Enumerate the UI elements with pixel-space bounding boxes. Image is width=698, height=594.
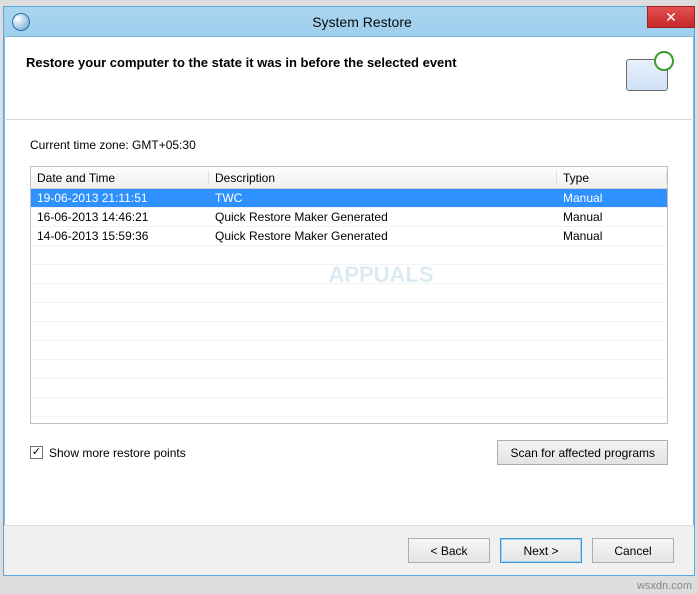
checkbox-icon: ✓ — [30, 446, 43, 459]
table-row — [31, 303, 667, 322]
back-button[interactable]: < Back — [408, 538, 490, 563]
header-area: Restore your computer to the state it wa… — [4, 37, 694, 120]
checkmark-icon: ✓ — [32, 447, 41, 458]
table-row — [31, 360, 667, 379]
show-more-checkbox[interactable]: ✓ Show more restore points — [30, 446, 497, 460]
column-header-description[interactable]: Description — [209, 171, 557, 185]
restore-icon — [624, 51, 674, 101]
system-restore-window: System Restore ✕ Restore your computer t… — [3, 6, 695, 576]
footer-buttons: < Back Next > Cancel — [4, 525, 694, 575]
table-row — [31, 284, 667, 303]
table-row[interactable]: 14-06-2013 15:59:36Quick Restore Maker G… — [31, 227, 667, 246]
app-icon — [12, 13, 30, 31]
close-button[interactable]: ✕ — [647, 6, 695, 28]
column-header-date[interactable]: Date and Time — [31, 171, 209, 185]
table-header: Date and Time Description Type — [31, 167, 667, 189]
table-row[interactable]: 16-06-2013 14:46:21Quick Restore Maker G… — [31, 208, 667, 227]
content-area: Restore your computer to the state it wa… — [4, 37, 694, 575]
table-row — [31, 341, 667, 360]
window-title: System Restore — [30, 14, 694, 30]
restore-points-table: APPUALS Date and Time Description Type 1… — [30, 166, 668, 424]
show-more-label: Show more restore points — [49, 446, 186, 460]
next-button[interactable]: Next > — [500, 538, 582, 563]
table-row — [31, 246, 667, 265]
title-bar[interactable]: System Restore ✕ — [4, 7, 694, 37]
scan-affected-button[interactable]: Scan for affected programs — [497, 440, 668, 465]
cell-type: Manual — [557, 191, 667, 205]
timezone-label: Current time zone: GMT+05:30 — [30, 138, 668, 152]
column-header-type[interactable]: Type — [557, 171, 667, 185]
cell-description: Quick Restore Maker Generated — [209, 229, 557, 243]
table-body: 19-06-2013 21:11:51TWCManual16-06-2013 1… — [31, 189, 667, 417]
close-icon: ✕ — [665, 9, 677, 26]
table-row — [31, 322, 667, 341]
cell-type: Manual — [557, 229, 667, 243]
cell-description: Quick Restore Maker Generated — [209, 210, 557, 224]
cell-type: Manual — [557, 210, 667, 224]
cell-date: 16-06-2013 14:46:21 — [31, 210, 209, 224]
body-area: Current time zone: GMT+05:30 APPUALS Dat… — [4, 120, 694, 540]
source-signature: wsxdn.com — [637, 580, 692, 592]
below-table-row: ✓ Show more restore points Scan for affe… — [30, 440, 668, 465]
cell-description: TWC — [209, 191, 557, 205]
table-row — [31, 265, 667, 284]
table-row[interactable]: 19-06-2013 21:11:51TWCManual — [31, 189, 667, 208]
page-heading: Restore your computer to the state it wa… — [26, 51, 624, 70]
cell-date: 14-06-2013 15:59:36 — [31, 229, 209, 243]
table-row — [31, 379, 667, 398]
cancel-button[interactable]: Cancel — [592, 538, 674, 563]
table-row — [31, 398, 667, 417]
cell-date: 19-06-2013 21:11:51 — [31, 191, 209, 205]
